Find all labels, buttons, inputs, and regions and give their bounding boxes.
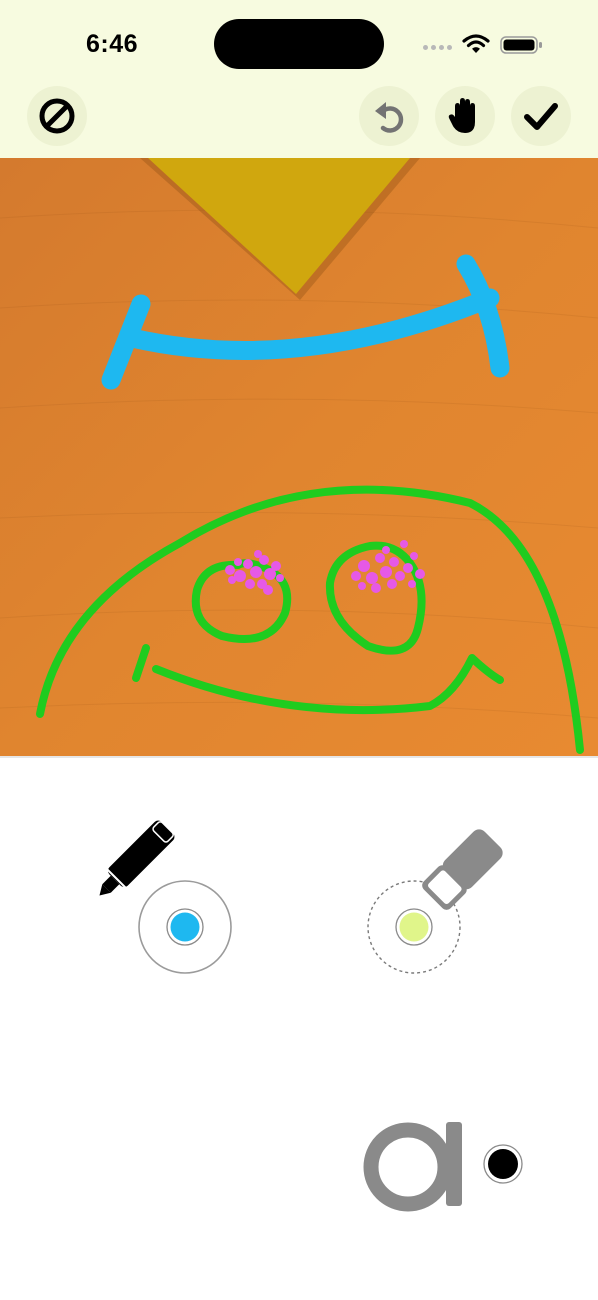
prohibit-icon [39, 98, 75, 134]
marker-pen-icon [99, 820, 175, 896]
clear-button[interactable] [27, 86, 87, 146]
dynamic-island [214, 19, 384, 69]
hand-icon [448, 98, 475, 133]
drawing-canvas[interactable] [0, 158, 598, 756]
pen-tool[interactable] [78, 818, 238, 980]
eraser-icon [422, 829, 503, 910]
eraser-color-swatch [399, 912, 429, 942]
undo-icon [375, 102, 404, 133]
pen-color-swatch [170, 912, 200, 942]
status-time: 6:46 [86, 30, 139, 58]
eraser-tool[interactable] [360, 826, 510, 978]
text-tool[interactable] [356, 1118, 526, 1216]
undo-button[interactable] [359, 86, 419, 146]
text-color-swatch [488, 1149, 518, 1179]
canvas-divider [0, 756, 598, 758]
checkmark-icon [524, 103, 558, 130]
wifi-icon [462, 34, 490, 53]
drawing-screen: 6:46 [0, 0, 598, 1300]
canvas-drawing [0, 158, 598, 756]
top-bar: 6:46 [0, 0, 598, 158]
done-button[interactable] [511, 86, 571, 146]
cellular-signal-icon [423, 45, 452, 50]
text-glyph-icon [363, 1122, 462, 1212]
battery-icon [500, 36, 542, 54]
hand-pan-button[interactable] [435, 86, 495, 146]
